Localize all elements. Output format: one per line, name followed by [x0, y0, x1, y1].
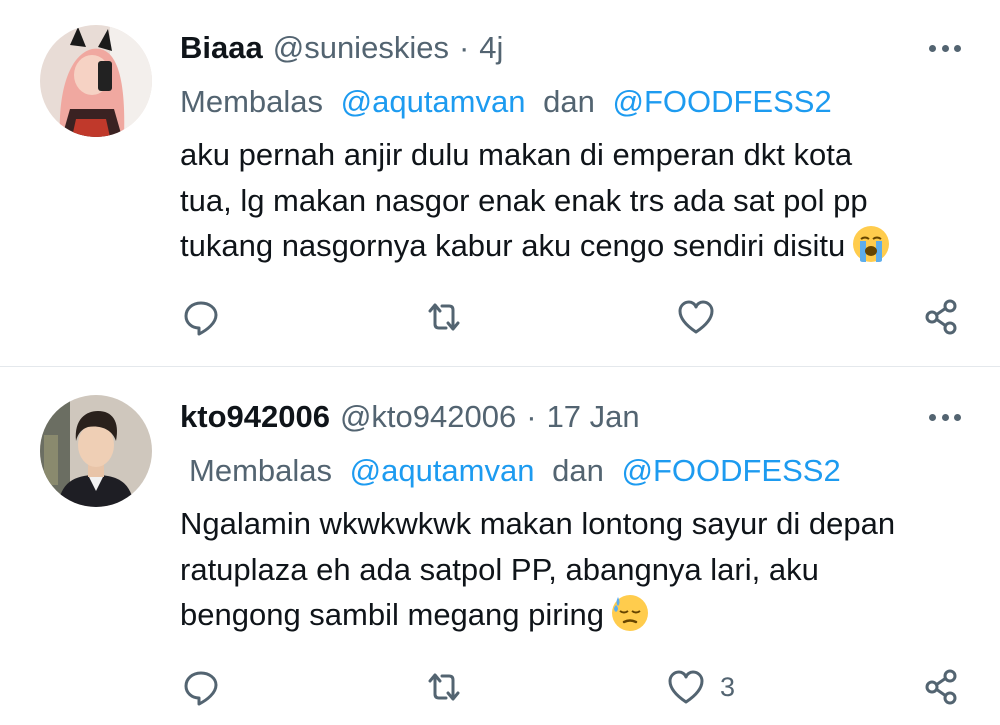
tweet-text-line: Ngalamin wkwkwkwk makan lontong sayur di…	[180, 506, 896, 541]
mention-link[interactable]: @aqutamvan	[350, 453, 535, 488]
user-handle[interactable]: @kto942006	[340, 395, 516, 439]
reply-button[interactable]	[181, 295, 221, 339]
tweet-header: kto942006 @kto942006 · 17 Jan	[180, 395, 640, 439]
more-options-icon[interactable]	[925, 405, 965, 429]
tweet[interactable]: kto942006 @kto942006 · 17 Jan Membalas @…	[0, 367, 1000, 725]
like-button[interactable]	[676, 295, 716, 339]
timestamp[interactable]: 4j	[479, 26, 503, 70]
mention-link[interactable]: @FOODFESS2	[621, 453, 840, 488]
share-icon	[925, 299, 957, 335]
replying-to-conjunction: dan	[552, 453, 604, 488]
tweet-text-line: tukang nasgornya kabur aku cengo sendiri…	[180, 223, 980, 269]
mention-link[interactable]: @FOODFESS2	[612, 84, 831, 119]
retweet-button[interactable]	[424, 665, 464, 709]
more-options-icon[interactable]	[925, 36, 965, 60]
heart-icon	[668, 670, 704, 704]
tweet-text-line: aku pernah anjir dulu makan di emperan d…	[180, 137, 853, 172]
share-icon	[925, 669, 957, 705]
tweet-text-fragment: bengong sambil megang piring	[180, 597, 604, 632]
downcast-face-with-sweat-icon	[610, 593, 650, 633]
tweet-text-fragment: tukang nasgornya kabur aku cengo sendiri…	[180, 228, 846, 263]
share-button[interactable]	[922, 665, 962, 709]
reply-button[interactable]	[181, 665, 221, 709]
retweet-icon	[428, 673, 460, 701]
like-button[interactable]: 3	[666, 665, 735, 709]
tweet-text: aku pernah anjir dulu makan di emperan d…	[180, 132, 980, 269]
user-handle[interactable]: @sunieskies	[273, 26, 449, 70]
separator-dot: ·	[526, 399, 537, 434]
tweet-header: Biaaa @sunieskies · 4j	[180, 26, 503, 70]
display-name[interactable]: kto942006	[180, 395, 330, 439]
mention-link[interactable]: @aqutamvan	[341, 84, 526, 119]
tweet-text-line: tua, lg makan nasgor enak enak trs ada s…	[180, 182, 868, 218]
timestamp[interactable]: 17 Jan	[547, 395, 640, 439]
heart-icon	[678, 300, 714, 334]
replying-to-label: Membalas	[180, 84, 323, 119]
tweet-text-line: ratuplaza eh ada satpol PP, abangnya lar…	[180, 551, 819, 587]
like-count: 3	[720, 671, 736, 702]
replying-to: Membalas @aqutamvan dan @FOODFESS2	[180, 80, 832, 124]
retweet-icon	[428, 303, 460, 331]
replying-to-conjunction: dan	[543, 84, 595, 119]
avatar[interactable]	[40, 25, 152, 137]
share-button[interactable]	[922, 295, 962, 339]
loudly-crying-face-icon	[851, 224, 891, 264]
tweet-actions	[0, 295, 1000, 339]
replying-to-label: Membalas	[189, 453, 332, 488]
tweet-actions: 3	[0, 665, 1000, 709]
tweet-text: Ngalamin wkwkwkwk makan lontong sayur di…	[180, 501, 980, 638]
replying-to: Membalas @aqutamvan dan @FOODFESS2	[180, 449, 841, 493]
tweet-text-line: bengong sambil megang piring	[180, 592, 980, 638]
avatar[interactable]	[40, 395, 152, 507]
tweet[interactable]: Biaaa @sunieskies · 4j Membalas @aqutamv…	[0, 0, 1000, 366]
reply-icon	[184, 301, 218, 336]
separator-dot: ·	[458, 30, 470, 65]
display-name[interactable]: Biaaa	[180, 26, 263, 70]
reply-icon	[184, 671, 218, 706]
retweet-button[interactable]	[424, 295, 464, 339]
